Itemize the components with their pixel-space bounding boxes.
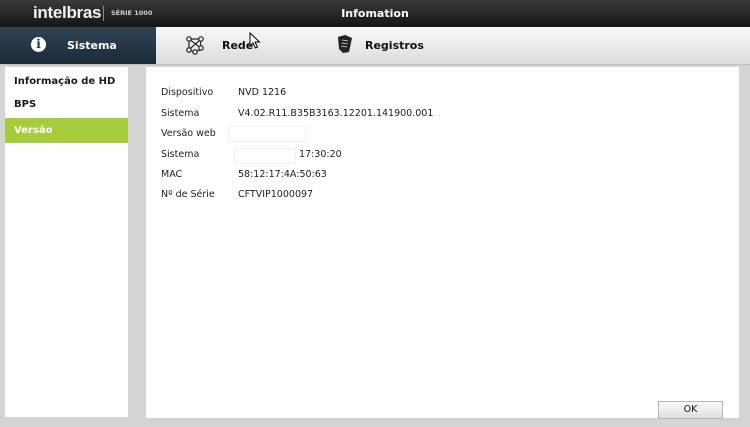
- info-value: NVD 1216: [238, 87, 287, 98]
- info-icon: i: [31, 37, 46, 52]
- sidebar: Informação de HD BPS Versão: [5, 67, 128, 417]
- info-key: Sistema: [161, 149, 200, 160]
- info-key: MAC: [161, 169, 183, 180]
- tab-rede[interactable]: Rede: [178, 27, 288, 64]
- ok-button[interactable]: OK: [658, 401, 723, 419]
- info-key: Nº de Série: [161, 189, 215, 200]
- info-key: Dispositivo: [161, 87, 214, 98]
- window-title: Infomation: [341, 7, 409, 20]
- redacted-field: [234, 148, 296, 164]
- version-panel: Dispositivo NVD 1216 Sistema V4.02.R11.B…: [146, 67, 739, 419]
- info-key: Sistema: [161, 108, 200, 119]
- info-value: CFTVIP1000097: [238, 189, 314, 200]
- log-icon: [338, 35, 352, 53]
- tab-sistema-label: Sistema: [67, 39, 117, 52]
- tab-sistema[interactable]: i Sistema: [0, 27, 156, 64]
- network-icon: [186, 36, 204, 55]
- title-bar: intelbras SÉRIE 1000 Infomation: [0, 0, 750, 27]
- tab-registros[interactable]: Registros: [328, 27, 448, 64]
- info-key: Versão web: [161, 128, 216, 139]
- sidebar-item-informacao-hd[interactable]: Informação de HD: [5, 69, 128, 94]
- mouse-cursor-icon: [249, 32, 261, 49]
- info-value: V4.02.R11.B35B3163.12201.141900.001: [238, 108, 434, 119]
- tab-bar: i Sistema Rede Registros: [0, 27, 750, 65]
- info-value: 17:30:20: [299, 149, 342, 160]
- info-value: 58:12:17:4A:50:63: [238, 169, 327, 180]
- sidebar-item-versao[interactable]: Versão: [5, 118, 128, 143]
- sidebar-item-bps[interactable]: BPS: [5, 92, 128, 117]
- redacted-field: [228, 126, 306, 142]
- tab-registros-label: Registros: [365, 39, 424, 52]
